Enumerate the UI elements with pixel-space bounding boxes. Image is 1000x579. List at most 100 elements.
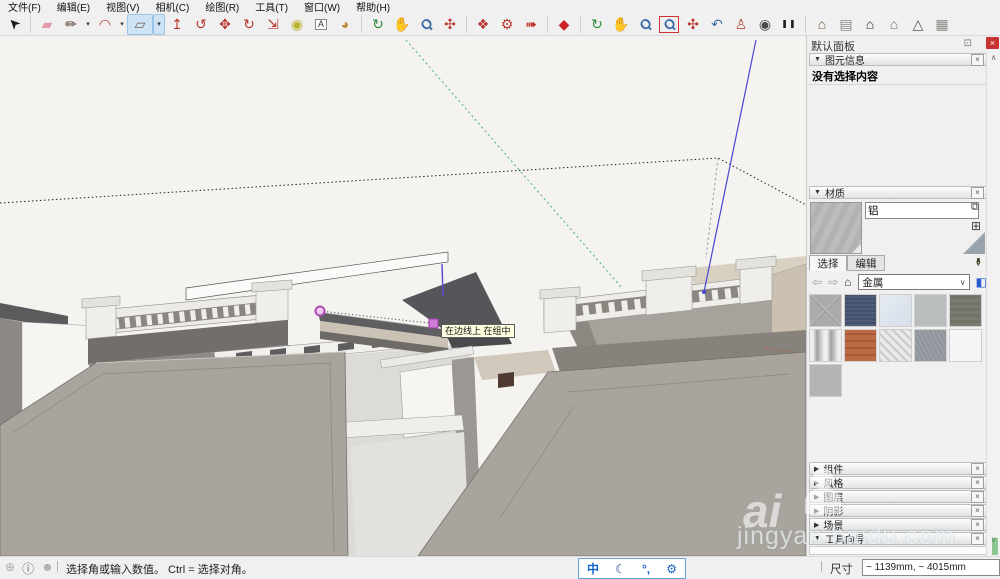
- section-components[interactable]: ▶ 组件 ×: [809, 462, 987, 475]
- arc-dropdown-icon[interactable]: ▾: [117, 14, 127, 35]
- separator[interactable]: [466, 15, 467, 33]
- zoom-tool-2-icon[interactable]: Ϙ: [633, 14, 657, 35]
- pin-icon[interactable]: ⊡: [964, 38, 972, 49]
- paint-bucket-tool-icon[interactable]: ◕: [333, 14, 357, 35]
- swatch-aluminum-siding[interactable]: [809, 294, 842, 327]
- swatch-diamond-plate[interactable]: [879, 329, 912, 362]
- swatch-light-gray-metal[interactable]: [914, 294, 947, 327]
- entity-info-header[interactable]: ▼ 图元信息 ×: [809, 53, 987, 66]
- geolocation-icon[interactable]: ⊕: [5, 560, 15, 577]
- rectangle-dropdown-icon[interactable]: ▾: [153, 14, 165, 35]
- orbit-tool-icon[interactable]: ↻: [366, 14, 390, 35]
- swatch-brushed-silver[interactable]: [809, 329, 842, 362]
- panel-scrollbar[interactable]: ∧ ∨: [986, 52, 1000, 556]
- text-tool-icon[interactable]: A: [309, 14, 333, 35]
- menu-view[interactable]: 视图(V): [98, 0, 147, 14]
- scroll-up-icon[interactable]: ∧: [987, 52, 1000, 64]
- viewport[interactable]: 在边线上 在组中: [0, 36, 806, 556]
- zoom-tool-icon[interactable]: Ϙ: [414, 14, 438, 35]
- ime-settings-icon[interactable]: ⚙: [666, 562, 677, 576]
- import-tool-icon[interactable]: ➠: [519, 14, 543, 35]
- forward-arrow-icon[interactable]: ⇨: [828, 275, 838, 289]
- close-section-icon[interactable]: ×: [971, 533, 984, 545]
- create-material-icon[interactable]: ⊞: [971, 219, 981, 233]
- swatch-gunmetal[interactable]: [949, 294, 982, 327]
- top-view-icon[interactable]: ▤: [834, 14, 858, 35]
- position-camera-tool-icon[interactable]: ♙: [729, 14, 753, 35]
- measurements-input[interactable]: [862, 559, 1000, 576]
- pushpull-tool-icon[interactable]: ↥: [165, 14, 189, 35]
- section-instructor[interactable]: ▼ 工具向导 ×: [809, 532, 987, 545]
- extension-gem-icon[interactable]: ◆: [552, 14, 576, 35]
- close-materials-icon[interactable]: ×: [971, 187, 984, 199]
- ime-moon-icon[interactable]: ☾: [615, 562, 626, 576]
- select-tool-icon[interactable]: ➤: [2, 14, 26, 35]
- viewport-canvas[interactable]: [0, 36, 806, 556]
- previous-view-tool-icon[interactable]: ↶: [705, 14, 729, 35]
- scale-tool-icon[interactable]: ⇲: [261, 14, 285, 35]
- iso-view-icon[interactable]: ⌂: [810, 14, 834, 35]
- section-layers[interactable]: ▶ 图层 ×: [809, 490, 987, 503]
- rectangle-tool-icon[interactable]: ▱: [127, 14, 153, 35]
- menu-camera[interactable]: 相机(C): [147, 0, 197, 14]
- signin-icon[interactable]: ☻: [41, 560, 54, 577]
- swatch-blue-mesh[interactable]: [844, 294, 877, 327]
- close-section-icon[interactable]: ×: [971, 477, 984, 489]
- menu-help[interactable]: 帮助(H): [348, 0, 398, 14]
- sample-paint-icon[interactable]: ✒: [971, 257, 985, 267]
- close-entity-info-icon[interactable]: ×: [971, 54, 984, 66]
- collection-dropdown[interactable]: 金属 ∨: [858, 274, 969, 290]
- line-dropdown-icon[interactable]: ▾: [83, 14, 93, 35]
- create-component-tool-icon[interactable]: ❖: [471, 14, 495, 35]
- close-section-icon[interactable]: ×: [971, 463, 984, 475]
- swatch-light-blue-metal[interactable]: [879, 294, 912, 327]
- swatch-plain-gray[interactable]: [809, 364, 842, 397]
- close-section-icon[interactable]: ×: [971, 491, 984, 503]
- right-view-icon[interactable]: ⌂: [882, 14, 906, 35]
- zoom-window-tool-icon[interactable]: Ϙ: [657, 14, 681, 35]
- secondary-pane-icon[interactable]: ⧉: [971, 201, 979, 214]
- rotate-tool-icon[interactable]: ↻: [237, 14, 261, 35]
- separator[interactable]: [361, 15, 362, 33]
- materials-tab-select[interactable]: 选择: [809, 255, 847, 271]
- home-icon[interactable]: ⌂: [844, 275, 851, 289]
- menu-file[interactable]: 文件(F): [0, 0, 49, 14]
- front-view-icon[interactable]: ⌂: [858, 14, 882, 35]
- separator[interactable]: [30, 15, 31, 33]
- left-view-icon[interactable]: ▦: [930, 14, 954, 35]
- menu-tools[interactable]: 工具(T): [247, 0, 296, 14]
- zoom-extents-tool-icon[interactable]: ✣: [438, 14, 462, 35]
- credits-icon[interactable]: ⓘ: [22, 560, 34, 577]
- ime-punct-icon[interactable]: °,: [642, 562, 650, 576]
- material-preview[interactable]: [810, 202, 862, 254]
- ime-lang-icon[interactable]: 中: [587, 560, 599, 577]
- menu-draw[interactable]: 绘图(R): [197, 0, 247, 14]
- close-section-icon[interactable]: ×: [971, 519, 984, 531]
- back-arrow-icon[interactable]: ⇦: [812, 275, 822, 289]
- arc-tool-icon[interactable]: ◠: [93, 14, 117, 35]
- section-styles[interactable]: ▶ 风格 ×: [809, 476, 987, 489]
- materials-tab-edit[interactable]: 编辑: [847, 255, 885, 271]
- separator[interactable]: [805, 15, 806, 33]
- pan-tool-2-icon[interactable]: ✋: [609, 14, 633, 35]
- pan-tool-icon[interactable]: ✋: [390, 14, 414, 35]
- orbit-tool-2-icon[interactable]: ↻: [585, 14, 609, 35]
- section-shadows[interactable]: ▶ 阴影 ×: [809, 504, 987, 517]
- close-section-icon[interactable]: ×: [971, 505, 984, 517]
- look-around-tool-icon[interactable]: ◉: [753, 14, 777, 35]
- menu-window[interactable]: 窗口(W): [296, 0, 348, 14]
- line-tool-icon[interactable]: ✏: [59, 14, 83, 35]
- separator[interactable]: [547, 15, 548, 33]
- eraser-tool-icon[interactable]: ▰: [35, 14, 59, 35]
- walk-tool-icon[interactable]: ❚❚: [777, 14, 801, 35]
- material-name-input[interactable]: [865, 202, 979, 219]
- swatch-white-metal[interactable]: [949, 329, 982, 362]
- scroll-down-icon[interactable]: ∨: [987, 534, 1000, 546]
- panel-close-button[interactable]: ×: [986, 37, 999, 49]
- menu-edit[interactable]: 编辑(E): [49, 0, 98, 14]
- materials-header[interactable]: ▼ 材质 ×: [809, 186, 987, 199]
- section-scenes[interactable]: ▶ 场景 ×: [809, 518, 987, 531]
- followme-tool-icon[interactable]: ↺: [189, 14, 213, 35]
- separator[interactable]: [580, 15, 581, 33]
- back-view-icon[interactable]: △: [906, 14, 930, 35]
